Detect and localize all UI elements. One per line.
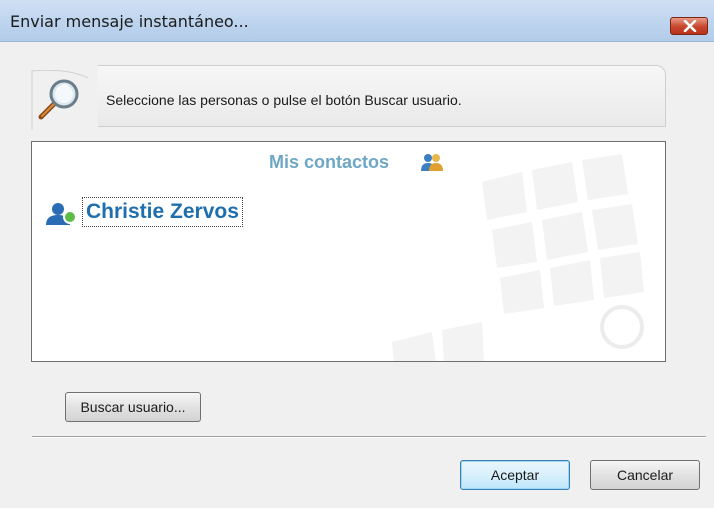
separator <box>32 436 706 438</box>
watermark-logo <box>392 154 644 361</box>
search-user-button[interactable]: Buscar usuario... <box>65 392 201 422</box>
window-title: Enviar mensaje instantáneo... <box>10 12 249 31</box>
user-online-icon <box>46 203 77 225</box>
contact-name[interactable]: Christie Zervos <box>82 197 243 227</box>
magnifier-icon <box>31 70 88 130</box>
contacts-list[interactable]: Mis contactos Christie Zervos <box>31 141 666 362</box>
instruction-text: Seleccione las personas o pulse el botón… <box>106 92 462 108</box>
send-instant-message-dialog: Enviar mensaje instantáneo... Seleccione… <box>0 0 714 508</box>
cancel-button[interactable]: Cancelar <box>590 460 700 490</box>
contacts-heading: Mis contactos <box>269 152 390 172</box>
contacts-group-icon <box>421 154 443 171</box>
title-bar[interactable]: Enviar mensaje instantáneo... <box>0 0 714 42</box>
close-icon <box>683 20 697 32</box>
close-button[interactable] <box>670 17 708 35</box>
accept-button[interactable]: Aceptar <box>460 460 570 490</box>
